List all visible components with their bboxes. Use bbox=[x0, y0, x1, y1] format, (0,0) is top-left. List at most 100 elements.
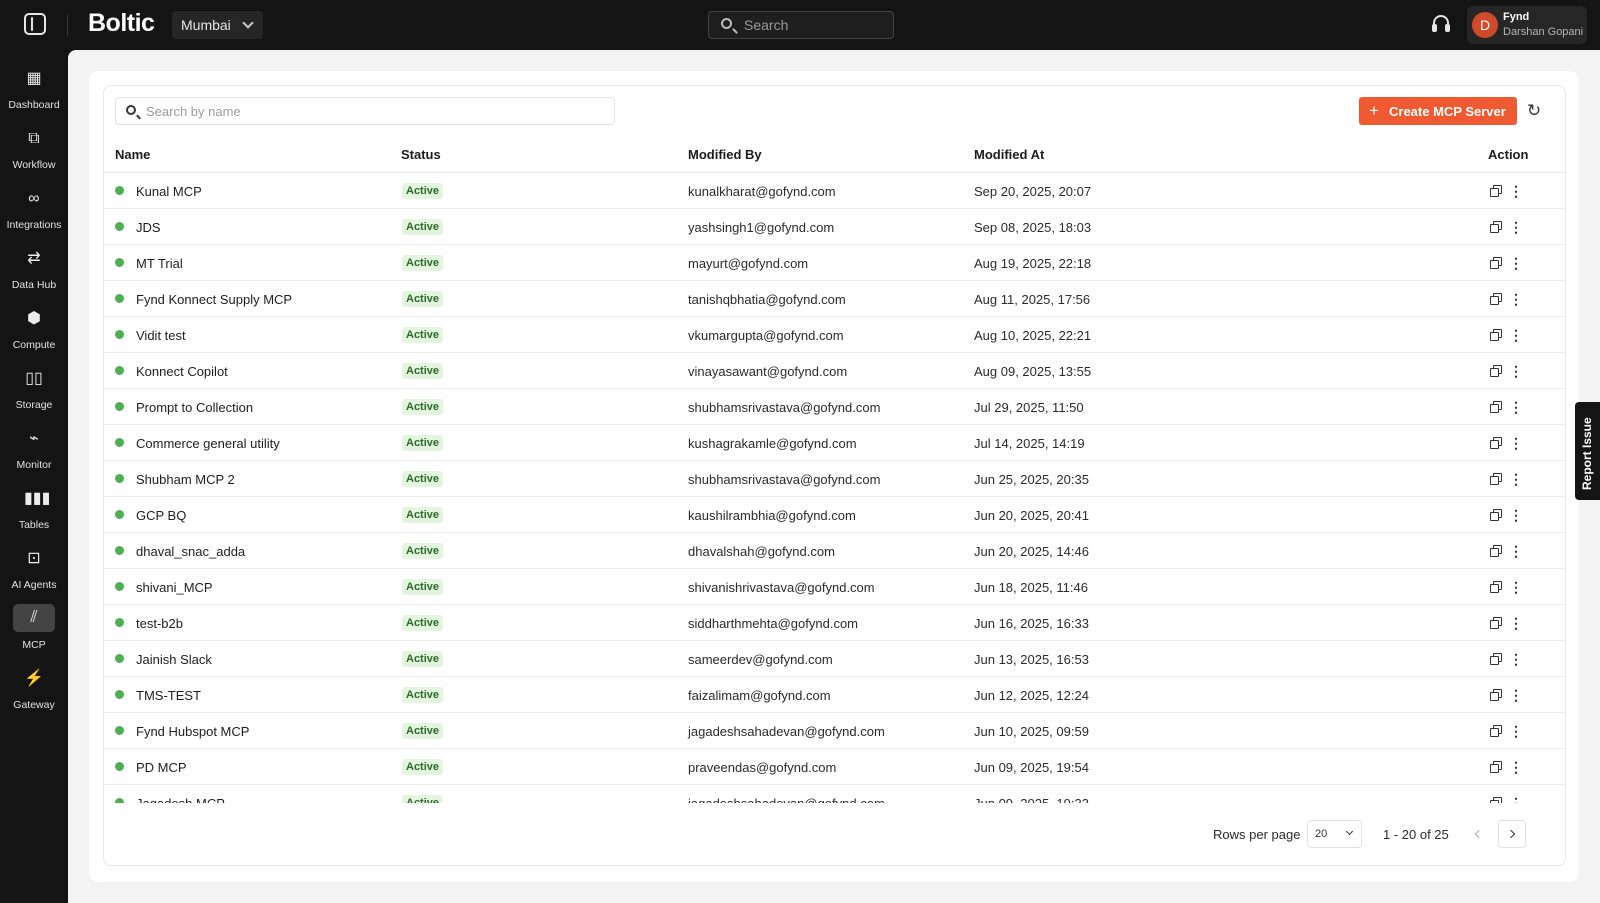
copy-icon[interactable] bbox=[1490, 365, 1502, 377]
report-issue-tab[interactable]: Report Issue bbox=[1575, 402, 1600, 500]
rows-per-page-value: 20 bbox=[1315, 828, 1328, 840]
status-badge: Active bbox=[402, 687, 444, 703]
copy-icon[interactable] bbox=[1490, 185, 1502, 197]
server-name: Commerce general utility bbox=[136, 436, 280, 451]
support-headset-icon[interactable] bbox=[1432, 15, 1450, 35]
more-options-icon[interactable]: ⋮ bbox=[1509, 291, 1523, 307]
more-options-icon[interactable]: ⋮ bbox=[1509, 615, 1523, 631]
copy-icon[interactable] bbox=[1490, 689, 1502, 701]
more-options-icon[interactable]: ⋮ bbox=[1509, 399, 1523, 415]
sidebar-toggle-icon[interactable] bbox=[24, 13, 46, 35]
more-options-icon[interactable]: ⋮ bbox=[1509, 327, 1523, 343]
sidebar-item-integrations[interactable]: ∞ Integrations bbox=[0, 175, 68, 235]
modified-at: Jun 20, 2025, 14:46 bbox=[974, 544, 1089, 559]
more-options-icon[interactable]: ⋮ bbox=[1509, 219, 1523, 235]
sidebar-item-tables[interactable]: ▮▮▮ Tables bbox=[0, 475, 68, 535]
more-options-icon[interactable]: ⋮ bbox=[1509, 183, 1523, 199]
copy-icon[interactable] bbox=[1490, 293, 1502, 305]
copy-icon[interactable] bbox=[1490, 581, 1502, 593]
copy-icon[interactable] bbox=[1490, 221, 1502, 233]
sidebar-item-workflow[interactable]: ⧉ Workflow bbox=[0, 115, 68, 175]
table-row[interactable]: PD MCP Active praveendas@gofynd.com Jun 09,… bbox=[104, 749, 1565, 785]
copy-icon[interactable] bbox=[1490, 329, 1502, 341]
global-search-input[interactable]: Search bbox=[708, 11, 894, 39]
modified-by: sameerdev@gofynd.com bbox=[688, 652, 833, 667]
column-header-name[interactable]: Name bbox=[115, 147, 150, 162]
table-row[interactable]: Vidit test Active vkumargupta@gofynd.com Au… bbox=[104, 317, 1565, 353]
table-row[interactable]: shivani_MCP Active shivanishrivastava@gofy… bbox=[104, 569, 1565, 605]
column-header-modified-by[interactable]: Modified By bbox=[688, 147, 762, 162]
table-row[interactable]: Commerce general utility Active kushagraka… bbox=[104, 425, 1565, 461]
more-options-icon[interactable]: ⋮ bbox=[1509, 723, 1523, 739]
sidebar-item-mcp[interactable]: ⫽ MCP bbox=[0, 595, 68, 655]
copy-icon[interactable] bbox=[1490, 473, 1502, 485]
modified-by: kunalkharat@gofynd.com bbox=[688, 184, 836, 199]
sidebar-item-label: Monitor bbox=[16, 459, 52, 471]
table-row[interactable]: Fynd Hubspot MCP Active jagadeshsahadevan@… bbox=[104, 713, 1565, 749]
more-options-icon[interactable]: ⋮ bbox=[1509, 435, 1523, 451]
region-selector[interactable]: Mumbai bbox=[172, 11, 263, 39]
sidebar-item-monitor[interactable]: ⌁ Monitor bbox=[0, 415, 68, 475]
status-badge: Active bbox=[402, 363, 444, 379]
table-row[interactable]: Kunal MCP Active kunalkharat@gofynd.com Sep… bbox=[104, 173, 1565, 209]
table-body: Kunal MCP Active kunalkharat@gofynd.com Sep… bbox=[104, 173, 1565, 803]
sidebar-item-ai-agents[interactable]: ⊡ AI Agents bbox=[0, 535, 68, 595]
global-search-placeholder: Search bbox=[744, 17, 789, 33]
copy-icon[interactable] bbox=[1490, 761, 1502, 773]
copy-icon[interactable] bbox=[1490, 725, 1502, 737]
copy-icon[interactable] bbox=[1490, 401, 1502, 413]
sidebar-item-dashboard[interactable]: ▦ Dashboard bbox=[0, 55, 68, 115]
create-mcp-server-button[interactable]: + Create MCP Server bbox=[1359, 97, 1517, 125]
more-options-icon[interactable]: ⋮ bbox=[1509, 543, 1523, 559]
search-field[interactable] bbox=[146, 98, 606, 124]
brand-logo[interactable]: Boltic bbox=[88, 9, 155, 38]
sidebar-item-gateway[interactable]: ⚡ Gateway bbox=[0, 655, 68, 715]
copy-icon[interactable] bbox=[1490, 545, 1502, 557]
rows-per-page-select[interactable]: 20 bbox=[1307, 820, 1362, 848]
modified-at: Jun 20, 2025, 20:41 bbox=[974, 508, 1089, 523]
more-options-icon[interactable]: ⋮ bbox=[1509, 687, 1523, 703]
refresh-icon[interactable]: ↻ bbox=[1524, 101, 1544, 121]
table-row[interactable]: Fynd Konnect Supply MCP Active tanishqbhat… bbox=[104, 281, 1565, 317]
sidebar-nav: ▦ Dashboard ⧉ Workflow ∞ Integrations ⇄ Data Hu… bbox=[0, 50, 68, 903]
more-options-icon[interactable]: ⋮ bbox=[1509, 579, 1523, 595]
sidebar-item-data-hub[interactable]: ⇄ Data Hub bbox=[0, 235, 68, 295]
more-options-icon[interactable]: ⋮ bbox=[1509, 651, 1523, 667]
search-input[interactable] bbox=[115, 97, 615, 125]
table-row[interactable]: MT Trial Active mayurt@gofynd.com Aug 19, 2… bbox=[104, 245, 1565, 281]
next-page-button[interactable] bbox=[1498, 820, 1526, 848]
more-options-icon[interactable]: ⋮ bbox=[1509, 255, 1523, 271]
previous-page-button[interactable] bbox=[1463, 820, 1491, 848]
sidebar-item-compute[interactable]: ⬢ Compute bbox=[0, 295, 68, 355]
status-dot-icon bbox=[115, 654, 124, 663]
table-row[interactable]: Jainish Slack Active sameerdev@gofynd.com J… bbox=[104, 641, 1565, 677]
table-row[interactable]: JDS Active yashsingh1@gofynd.com Sep 08, 20… bbox=[104, 209, 1565, 245]
chevron-down-icon bbox=[242, 17, 254, 29]
server-name: test-b2b bbox=[136, 616, 183, 631]
table-row[interactable]: test-b2b Active siddharthmehta@gofynd.com J… bbox=[104, 605, 1565, 641]
table-row[interactable]: dhaval_snac_adda Active dhavalshah@gofynd.… bbox=[104, 533, 1565, 569]
more-options-icon[interactable]: ⋮ bbox=[1509, 507, 1523, 523]
copy-icon[interactable] bbox=[1490, 257, 1502, 269]
table-row[interactable]: GCP BQ Active kaushilrambhia@gofynd.com Jun… bbox=[104, 497, 1565, 533]
sidebar-item-storage[interactable]: ▯▯ Storage bbox=[0, 355, 68, 415]
table-row[interactable]: Konnect Copilot Active vinayasawant@gofynd… bbox=[104, 353, 1565, 389]
column-header-modified-at[interactable]: Modified At bbox=[974, 147, 1044, 162]
more-options-icon[interactable]: ⋮ bbox=[1509, 471, 1523, 487]
table-row[interactable]: Prompt to Collection Active shubhamsrivast… bbox=[104, 389, 1565, 425]
user-menu[interactable]: D Fynd Darshan Gopani bbox=[1467, 6, 1587, 44]
status-badge: Active bbox=[402, 579, 444, 595]
more-options-icon[interactable]: ⋮ bbox=[1509, 759, 1523, 775]
column-header-status[interactable]: Status bbox=[401, 147, 441, 162]
more-options-icon[interactable]: ⋮ bbox=[1509, 363, 1523, 379]
monitor-icon: ⌁ bbox=[29, 430, 39, 447]
table-row[interactable]: TMS-TEST Active faizalimam@gofynd.com Jun 1… bbox=[104, 677, 1565, 713]
table-row[interactable]: Jagadesh MCP Active jagadeshsahadevan@gofy… bbox=[104, 785, 1565, 803]
more-options-icon[interactable]: ⋮ bbox=[1509, 795, 1523, 803]
copy-icon[interactable] bbox=[1490, 653, 1502, 665]
server-name: Jagadesh MCP bbox=[136, 796, 225, 803]
table-row[interactable]: Shubham MCP 2 Active shubhamsrivastava@gof… bbox=[104, 461, 1565, 497]
copy-icon[interactable] bbox=[1490, 437, 1502, 449]
copy-icon[interactable] bbox=[1490, 509, 1502, 521]
copy-icon[interactable] bbox=[1490, 617, 1502, 629]
